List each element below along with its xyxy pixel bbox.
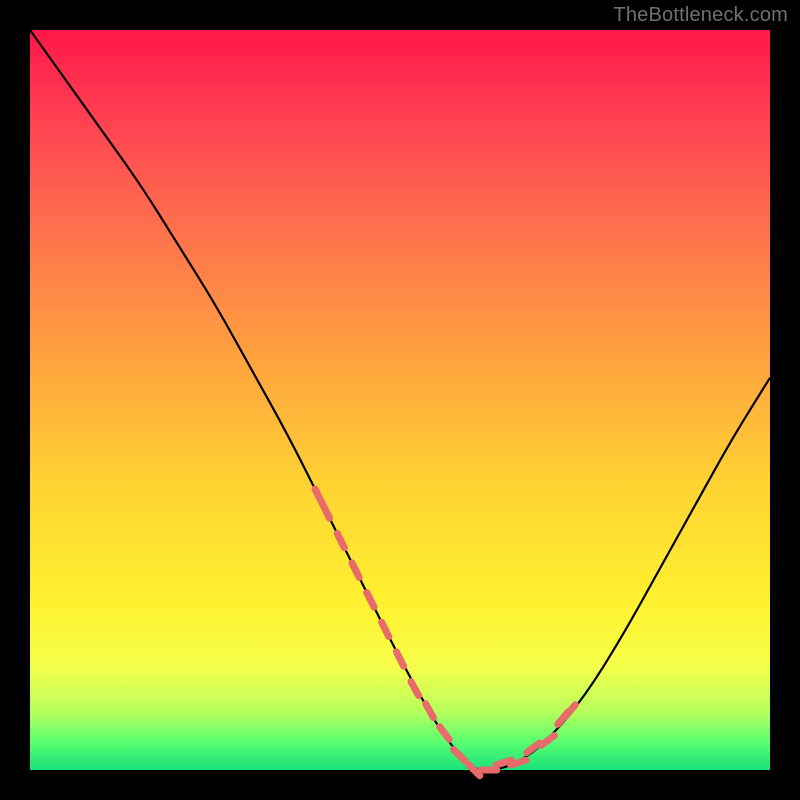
marker-dash <box>352 563 359 577</box>
marker-dash <box>411 682 419 696</box>
marker-dash <box>454 750 465 761</box>
marker-dash <box>322 504 329 518</box>
marker-dash <box>382 622 389 636</box>
marker-dash <box>542 736 555 746</box>
marker-dash <box>565 705 575 717</box>
chart-stage: TheBottleneck.com <box>0 0 800 800</box>
marker-dash <box>511 760 526 765</box>
marker-dash <box>367 593 374 607</box>
marker-dash <box>337 533 344 547</box>
watermark-text: TheBottleneck.com <box>613 4 788 27</box>
marker-dash <box>527 743 540 753</box>
plot-area <box>30 30 770 770</box>
marker-dash <box>426 704 434 718</box>
curve-layer <box>30 30 770 770</box>
marker-dash <box>440 727 450 740</box>
highlight-markers <box>315 489 575 776</box>
marker-dash <box>396 652 403 666</box>
